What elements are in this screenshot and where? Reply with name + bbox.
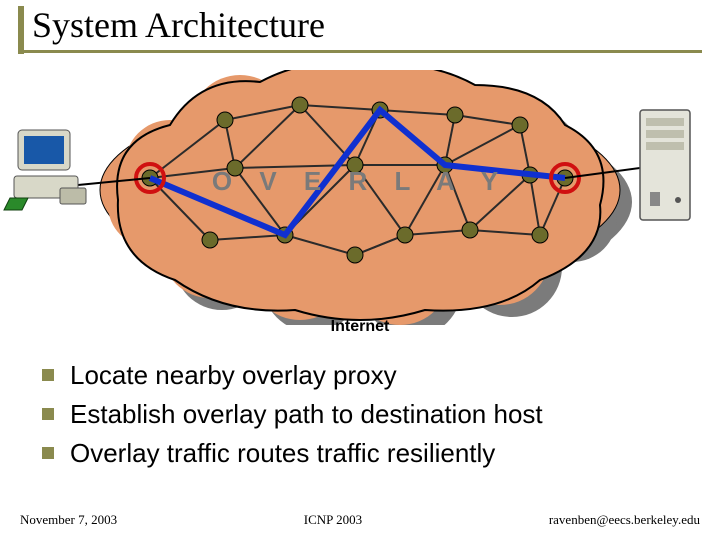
list-item: Overlay traffic routes traffic resilient… [42,436,700,471]
footer-email: ravenben@eecs.berkeley.edu [549,512,700,528]
diagram-svg [0,70,720,325]
bullet-icon [42,369,54,381]
bullet-icon [42,408,54,420]
title-accent [18,6,24,54]
bullet-text: Establish overlay path to destination ho… [70,397,543,432]
slide: System Architecture [0,0,720,540]
bullet-icon [42,447,54,459]
slide-footer: November 7, 2003 ICNP 2003 ravenben@eecs… [20,512,700,528]
list-item: Establish overlay path to destination ho… [42,397,700,432]
list-item: Locate nearby overlay proxy [42,358,700,393]
bullet-text: Overlay traffic routes traffic resilient… [70,436,495,471]
bullet-text: Locate nearby overlay proxy [70,358,397,393]
footer-venue: ICNP 2003 [304,512,362,528]
architecture-diagram [0,70,720,325]
slide-title: System Architecture [32,6,702,46]
client-computer-icon [4,130,86,210]
footer-date: November 7, 2003 [20,512,117,528]
server-icon [640,110,690,220]
bullet-list: Locate nearby overlay proxy Establish ov… [42,358,700,475]
internet-label: Internet [0,318,720,336]
title-bar: System Architecture [18,6,702,53]
